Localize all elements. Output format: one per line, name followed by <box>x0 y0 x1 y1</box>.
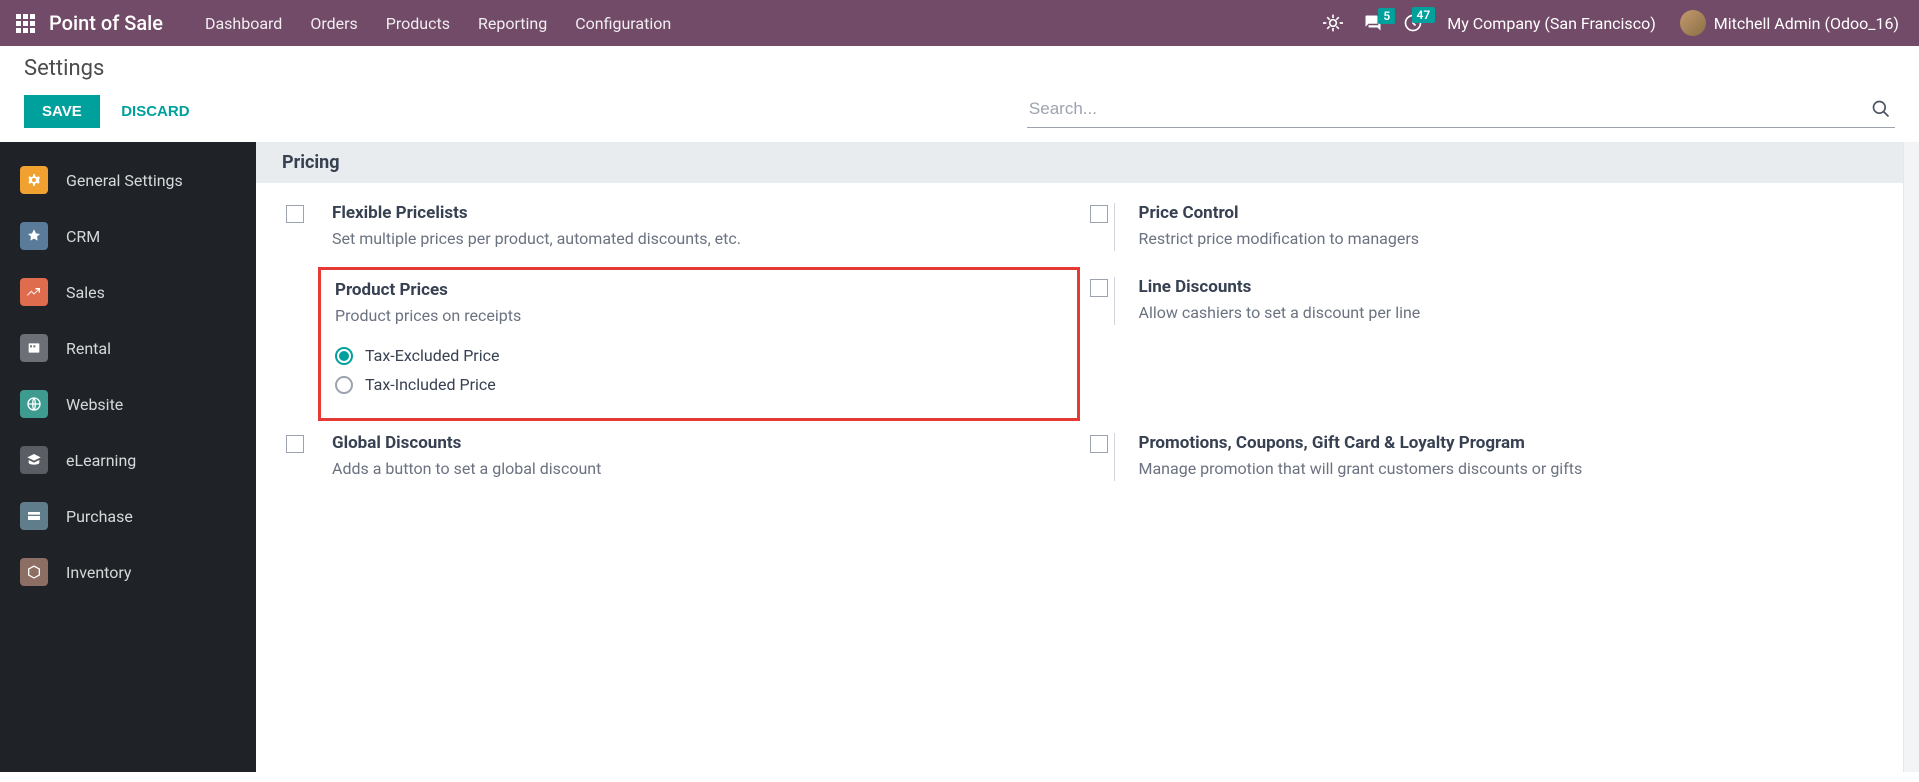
sidebar-item-inventory[interactable]: Inventory <box>0 544 256 600</box>
setting-desc: Product prices on receipts <box>335 304 1063 328</box>
radio-tax-excluded[interactable]: Tax-Excluded Price <box>335 346 1063 365</box>
box-icon <box>20 558 48 586</box>
sidebar-item-label: Inventory <box>66 563 132 582</box>
sidebar-item-elearning[interactable]: eLearning <box>0 432 256 488</box>
setting-global-discounts: Global Discounts Adds a button to set a … <box>286 433 1090 481</box>
setting-title: Global Discounts <box>332 433 1066 453</box>
checkbox-global-discounts[interactable] <box>286 435 304 453</box>
apps-icon[interactable] <box>16 14 35 33</box>
checkbox-promotions[interactable] <box>1090 435 1108 453</box>
sidebar-item-general-settings[interactable]: General Settings <box>0 152 256 208</box>
checkbox-flexible-pricelists[interactable] <box>286 205 304 223</box>
discard-button[interactable]: DISCARD <box>103 95 207 128</box>
control-panel: Settings SAVE DISCARD <box>0 46 1919 142</box>
sidebar-item-label: General Settings <box>66 171 183 190</box>
sidebar-item-label: CRM <box>66 227 100 246</box>
activities-badge: 47 <box>1412 7 1436 23</box>
app-title[interactable]: Point of Sale <box>49 11 163 35</box>
settings-content: Pricing Flexible Pricelists Set multiple… <box>256 142 1919 772</box>
sidebar-item-sales[interactable]: Sales <box>0 264 256 320</box>
graduation-icon <box>20 446 48 474</box>
user-menu[interactable]: Mitchell Admin (Odoo_16) <box>1670 10 1909 36</box>
search-icon[interactable] <box>1867 99 1895 119</box>
setting-price-control: Price Control Restrict price modificatio… <box>1090 203 1894 251</box>
nav-dashboard[interactable]: Dashboard <box>191 14 296 33</box>
nav-products[interactable]: Products <box>372 14 464 33</box>
radio-icon <box>335 347 353 365</box>
nav-configuration[interactable]: Configuration <box>561 14 685 33</box>
avatar <box>1680 10 1706 36</box>
sidebar-item-label: Sales <box>66 283 105 302</box>
setting-desc: Restrict price modification to managers <box>1139 227 1870 251</box>
messages-icon[interactable]: 5 <box>1353 14 1393 32</box>
setting-title: Flexible Pricelists <box>332 203 1066 223</box>
setting-product-prices: Product Prices Product prices on receipt… <box>286 277 1090 407</box>
sidebar-item-label: Rental <box>66 339 111 358</box>
topbar: Point of Sale Dashboard Orders Products … <box>0 0 1919 46</box>
handshake-icon <box>20 222 48 250</box>
setting-flexible-pricelists: Flexible Pricelists Set multiple prices … <box>286 203 1090 251</box>
gear-icon <box>20 166 48 194</box>
radio-label: Tax-Included Price <box>365 375 496 394</box>
setting-desc: Allow cashiers to set a discount per lin… <box>1139 301 1870 325</box>
setting-line-discounts: Line Discounts Allow cashiers to set a d… <box>1090 277 1894 407</box>
section-header-pricing: Pricing <box>256 142 1919 183</box>
key-icon <box>20 334 48 362</box>
setting-desc: Adds a button to set a global discount <box>332 457 1066 481</box>
setting-promotions: Promotions, Coupons, Gift Card & Loyalty… <box>1090 433 1894 481</box>
setting-title: Promotions, Coupons, Gift Card & Loyalty… <box>1139 433 1870 453</box>
activities-icon[interactable]: 47 <box>1393 13 1433 33</box>
sidebar-item-purchase[interactable]: Purchase <box>0 488 256 544</box>
checkbox-price-control[interactable] <box>1090 205 1108 223</box>
card-icon <box>20 502 48 530</box>
page-title: Settings <box>24 56 997 81</box>
user-name: Mitchell Admin (Odoo_16) <box>1714 14 1899 33</box>
globe-icon <box>20 390 48 418</box>
radio-label: Tax-Excluded Price <box>365 346 499 365</box>
save-button[interactable]: SAVE <box>24 95 100 128</box>
highlight-box: Product Prices Product prices on receipt… <box>318 267 1080 421</box>
nav-orders[interactable]: Orders <box>296 14 371 33</box>
sidebar-item-website[interactable]: Website <box>0 376 256 432</box>
setting-desc: Manage promotion that will grant custome… <box>1139 457 1870 481</box>
nav-reporting[interactable]: Reporting <box>464 14 561 33</box>
sidebar-item-rental[interactable]: Rental <box>0 320 256 376</box>
checkbox-line-discounts[interactable] <box>1090 279 1108 297</box>
debug-icon[interactable] <box>1313 13 1353 33</box>
settings-sidebar: General Settings CRM Sales Rental Websit… <box>0 142 256 772</box>
radio-tax-included[interactable]: Tax-Included Price <box>335 375 1063 394</box>
setting-title: Product Prices <box>335 280 1063 300</box>
chart-icon <box>20 278 48 306</box>
setting-title: Line Discounts <box>1139 277 1870 297</box>
radio-icon <box>335 376 353 394</box>
sidebar-item-crm[interactable]: CRM <box>0 208 256 264</box>
company-switcher[interactable]: My Company (San Francisco) <box>1433 14 1670 33</box>
sidebar-item-label: Website <box>66 395 123 414</box>
search-input[interactable] <box>1027 95 1867 123</box>
section-title: Pricing <box>282 152 1893 173</box>
sidebar-item-label: eLearning <box>66 451 136 470</box>
sidebar-item-label: Purchase <box>66 507 133 526</box>
setting-desc: Set multiple prices per product, automat… <box>332 227 1066 251</box>
scrollbar-track[interactable] <box>1903 142 1919 772</box>
setting-title: Price Control <box>1139 203 1870 223</box>
